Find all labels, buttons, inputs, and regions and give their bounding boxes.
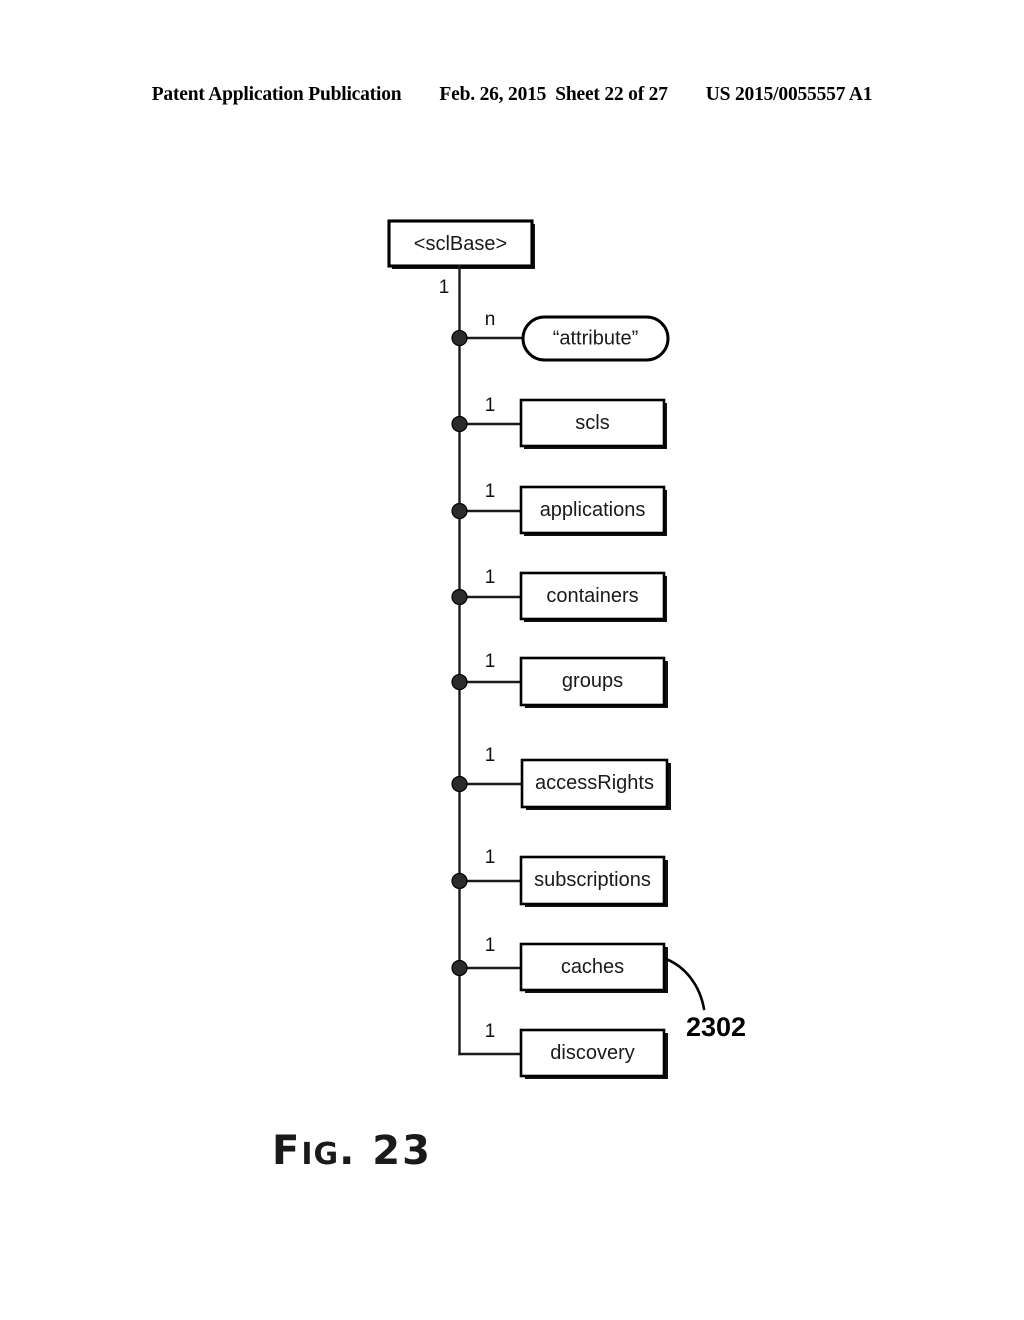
tree-row-caches: 1 caches — [451, 935, 668, 993]
node-accessrights-label: accessRights — [535, 772, 654, 794]
node-sclbase-label: <sclBase> — [414, 233, 507, 255]
callout-2302: 2302 — [664, 957, 746, 1042]
multiplicity-scls: 1 — [485, 395, 496, 416]
multiplicity-attribute: n — [485, 309, 496, 330]
tree-row-containers: 1 containers — [451, 567, 667, 622]
multiplicity-caches: 1 — [485, 935, 496, 956]
node-sclbase: <sclBase> — [387, 219, 535, 269]
tree-row-subscriptions: 1 subscriptions — [451, 847, 668, 907]
figure-caption-f: F — [272, 1128, 302, 1174]
multiplicity-applications: 1 — [485, 481, 496, 502]
leader-line-2302 — [664, 957, 706, 1011]
node-attribute-label: “attribute” — [553, 327, 639, 349]
tree-row-accessrights: 1 accessRights — [451, 745, 671, 810]
multiplicity-accessrights: 1 — [485, 745, 496, 766]
figure-caption-ig: IG — [301, 1137, 340, 1172]
junction-dot-groups — [451, 673, 468, 691]
junction-dot-applications — [451, 502, 468, 520]
reference-numeral-2302: 2302 — [686, 1012, 746, 1042]
multiplicity-discovery: 1 — [485, 1021, 496, 1042]
multiplicity-root: 1 — [439, 277, 450, 298]
tree-row-applications: 1 applications — [451, 481, 667, 536]
tree-row-groups: 1 groups — [451, 651, 668, 708]
multiplicity-groups: 1 — [485, 651, 496, 672]
figure-caption-number: . 23 — [339, 1128, 432, 1174]
junction-dot-attribute — [451, 329, 468, 347]
tree-row-attribute: n “attribute” — [451, 309, 670, 362]
multiplicity-containers: 1 — [485, 567, 496, 588]
junction-dot-containers — [451, 588, 468, 606]
junction-dot-subscriptions — [451, 872, 468, 890]
node-scls-label: scls — [575, 412, 609, 434]
node-subscriptions-label: subscriptions — [534, 869, 651, 891]
tree-row-scls: 1 scls — [451, 395, 667, 449]
sclbase-resource-tree-diagram: <sclBase> 1 n “attribute” 1 scls 1 appli… — [387, 219, 746, 1079]
node-discovery-label: discovery — [550, 1042, 634, 1064]
junction-dot-caches — [451, 959, 468, 977]
tree-row-discovery: 1 discovery — [458, 1021, 668, 1079]
node-containers-label: containers — [546, 585, 638, 607]
node-caches-label: caches — [561, 956, 624, 978]
figure-caption: FIG. 23 — [272, 1128, 432, 1174]
junction-dot-accessrights — [451, 775, 468, 793]
junction-dot-scls — [451, 415, 468, 433]
node-applications-label: applications — [540, 499, 646, 521]
multiplicity-subscriptions: 1 — [485, 847, 496, 868]
node-groups-label: groups — [562, 670, 623, 692]
